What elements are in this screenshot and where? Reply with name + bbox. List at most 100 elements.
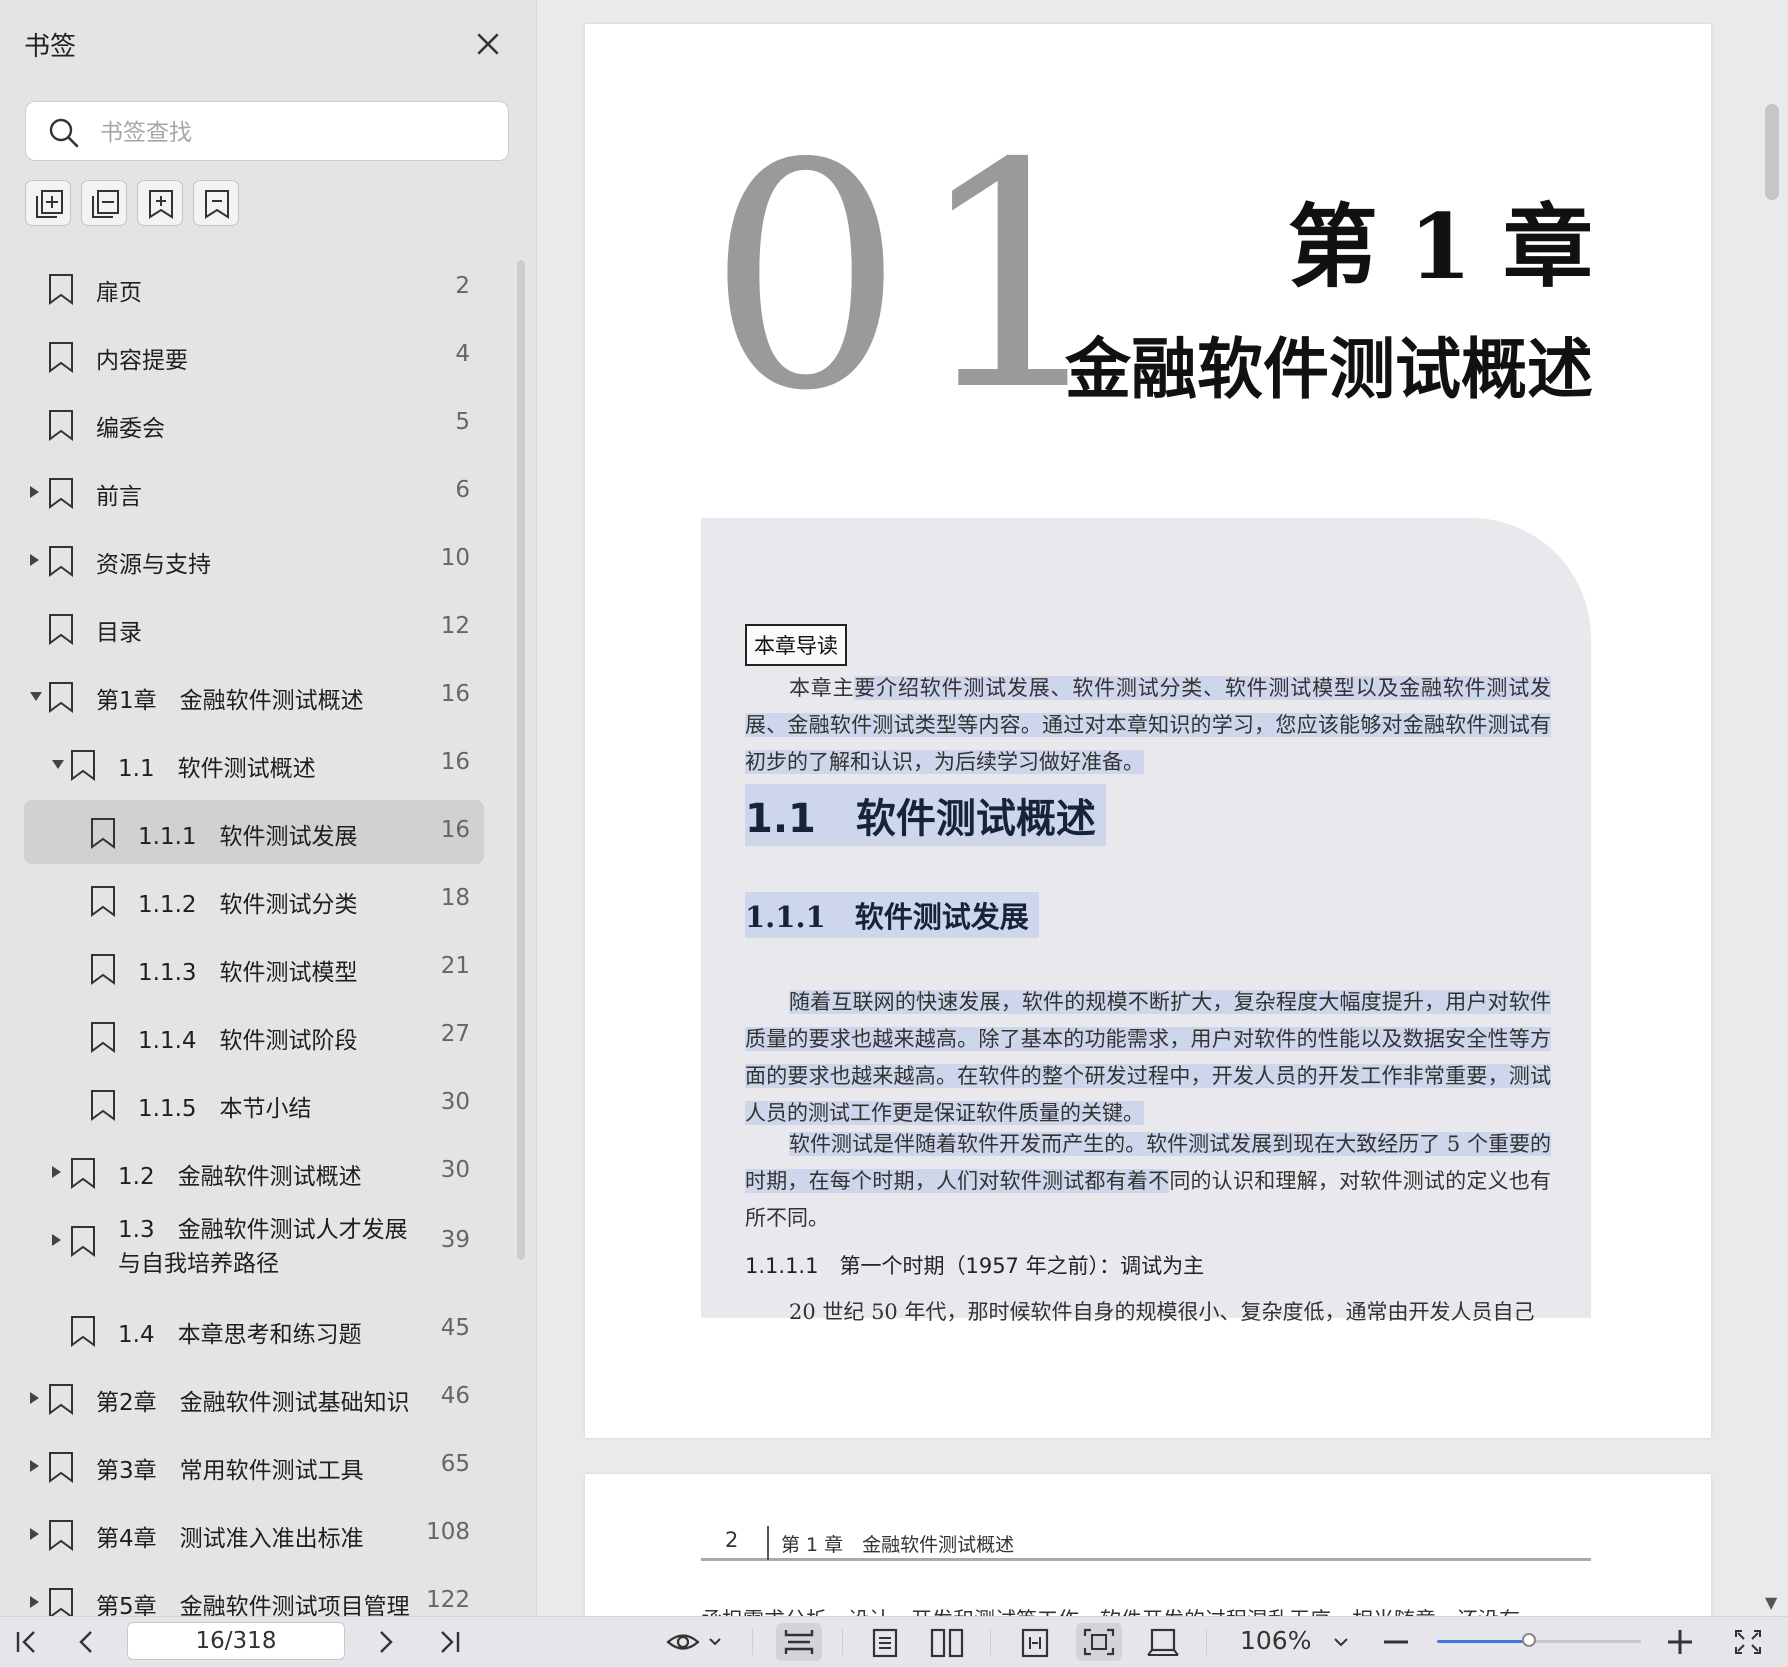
fit-width-button[interactable] — [1012, 1623, 1058, 1661]
bookmark-icon — [48, 613, 74, 645]
body-paragraph-1[interactable]: 随着互联网的快速发展，软件的规模不断扩大，复杂程度大幅度提升，用户对软件质量的要… — [745, 984, 1551, 1132]
continuous-scroll-button[interactable] — [776, 1623, 822, 1661]
bookmark-item[interactable]: 1.1.1 软件测试发展 16 — [24, 800, 484, 864]
expand-triangle-icon[interactable] — [52, 1234, 61, 1246]
rotate-page-button[interactable] — [1140, 1623, 1186, 1661]
bookmark-panel: 书签 扉页 2 内容提要 4 编委会 5 前言 6 资源与支持 10 目录 12 第1章 金融软件测试概… — [0, 0, 537, 1616]
chapter-label: 第 1 章 — [1287, 194, 1593, 300]
expand-triangle-icon[interactable] — [52, 1166, 61, 1178]
expand-triangle-icon[interactable] — [30, 554, 39, 566]
next-page-button[interactable] — [370, 1623, 402, 1661]
bookmark-item[interactable]: 第1章 金融软件测试概述 16 — [24, 664, 484, 728]
body-paragraph-2[interactable]: 软件测试是伴随着软件开发而产生的。软件测试发展到现在大致经历了 5 个重要的时期… — [745, 1126, 1551, 1237]
bookmark-item[interactable]: 第3章 常用软件测试工具 65 — [24, 1434, 484, 1498]
bookmark-item[interactable]: 1.1.4 软件测试阶段 27 — [24, 1004, 484, 1068]
bookmark-icon — [48, 681, 74, 713]
close-icon[interactable] — [470, 26, 506, 62]
bookmark-item[interactable]: 资源与支持 10 — [24, 528, 484, 592]
bookmark-page-number: 5 — [455, 409, 470, 435]
bookmark-page-number: 16 — [440, 817, 470, 843]
expand-triangle-icon[interactable] — [30, 1528, 39, 1540]
bookmark-label: 第2章 金融软件测试基础知识 — [96, 1390, 410, 1416]
bookmark-label: 1.3 金融软件测试人才发展 — [118, 1217, 408, 1243]
collapse-triangle-icon[interactable] — [30, 692, 42, 701]
collapse-all-button[interactable] — [81, 180, 127, 226]
zoom-dropdown-chevron-icon[interactable] — [1324, 1623, 1358, 1661]
bookmark-item[interactable]: 目录 12 — [24, 596, 484, 660]
fit-page-button[interactable] — [1076, 1623, 1122, 1661]
bookmark-item[interactable]: 前言 6 — [24, 460, 484, 524]
bookmark-page-number: 16 — [440, 749, 470, 775]
bookmark-item[interactable]: 内容提要 4 — [24, 324, 484, 388]
bookmark-item[interactable]: 编委会 5 — [24, 392, 484, 456]
expand-triangle-icon[interactable] — [30, 1460, 39, 1472]
running-header: 2 第 1 章 金融软件测试概述 — [701, 1526, 1591, 1561]
two-page-button[interactable] — [924, 1623, 970, 1661]
last-page-button[interactable] — [434, 1623, 466, 1661]
add-bookmark-button[interactable] — [137, 180, 183, 226]
bookmark-item[interactable]: 1.1 软件测试概述 16 — [24, 732, 484, 796]
bookmark-icon — [70, 1315, 96, 1347]
bookmark-item[interactable]: 1.1.5 本节小结 30 — [24, 1072, 484, 1136]
document-scrollbar-thumb[interactable] — [1765, 104, 1779, 200]
zoom-slider-handle[interactable] — [1521, 1633, 1536, 1647]
document-page: 2 第 1 章 金融软件测试概述 承担需求分析、设计、开发和测试等工作。软件开发… — [585, 1474, 1711, 1616]
bookmark-item[interactable]: 1.1.2 软件测试分类 18 — [24, 868, 484, 932]
expand-triangle-icon[interactable] — [30, 1392, 39, 1404]
selected-text[interactable]: 随着互联网的快速发展，软件的规模不断扩大，复杂程度大幅度提升，用户对软件质量的要… — [745, 990, 1551, 1125]
remove-bookmark-button[interactable] — [193, 180, 239, 226]
chapter-content-panel: 本章导读 本章主要介绍软件测试发展、软件测试分类、软件测试模型以及金融软件测试发… — [701, 518, 1591, 1324]
bookmark-label: 1.1 软件测试概述 — [118, 756, 316, 782]
subsubsection-heading: 1.1.1.1 第一个时期（1957 年之前）：调试为主 — [745, 1254, 1205, 1278]
fullscreen-button[interactable] — [1728, 1623, 1768, 1661]
intro-paragraph[interactable]: 本章主要介绍软件测试发展、软件测试分类、软件测试模型以及金融软件测试发展、金融软… — [745, 670, 1552, 781]
page-number-input[interactable] — [127, 1622, 345, 1660]
sidebar-scrollbar[interactable] — [517, 260, 525, 1260]
expand-all-button[interactable] — [25, 180, 71, 226]
bookmark-item[interactable]: 1.1.3 软件测试模型 21 — [24, 936, 484, 1000]
body-text-line[interactable]: 承担需求分析、设计、开发和测试等工作。软件开发的过程混乱无序，相当随意，还没有 — [701, 1604, 1520, 1616]
bookmark-item[interactable]: 第4章 测试准入准出标准 108 — [24, 1502, 484, 1566]
bookmark-item[interactable]: 1.3 金融软件测试人才发展 与自我培养路径 39 — [24, 1208, 484, 1292]
section-heading[interactable]: 1.1 软件测试概述 — [745, 784, 1106, 846]
bookmark-page-number: 18 — [440, 885, 470, 911]
bookmark-page-number: 122 — [426, 1587, 470, 1613]
bookmark-item[interactable]: 1.2 金融软件测试概述 30 — [24, 1140, 484, 1204]
single-page-button[interactable] — [862, 1623, 908, 1661]
bookmark-search-box[interactable] — [25, 101, 509, 161]
document-viewport[interactable]: 01 第 1 章 金融软件测试概述 本章导读 本章主要介绍软件测试发展、软件测试… — [537, 0, 1788, 1616]
first-page-button[interactable] — [10, 1623, 42, 1661]
bookmark-label: 第1章 金融软件测试概述 — [96, 688, 364, 714]
zoom-out-button[interactable] — [1378, 1623, 1414, 1661]
toolbar-separator — [1206, 1629, 1207, 1655]
expand-triangle-icon[interactable] — [30, 486, 39, 498]
bookmark-label: 1.1.3 软件测试模型 — [138, 960, 358, 986]
bookmark-page-number: 10 — [440, 545, 470, 571]
bookmark-icon — [90, 817, 116, 849]
view-mode-button[interactable] — [664, 1623, 728, 1661]
expand-triangle-icon[interactable] — [30, 1596, 39, 1608]
bookmark-page-number: 30 — [440, 1157, 470, 1183]
collapse-triangle-icon[interactable] — [52, 760, 64, 769]
intro-selected-text[interactable]: 要介绍软件测试发展、软件测试分类、软件测试模型以及金融软件测试发展、金融软件测试… — [745, 676, 1552, 774]
bookmark-page-number: 4 — [455, 341, 470, 367]
running-header-title: 第 1 章 金融软件测试概述 — [781, 1534, 1015, 1556]
bookmark-label: 内容提要 — [96, 348, 188, 374]
toolbar-separator — [752, 1629, 753, 1655]
zoom-in-button[interactable] — [1662, 1623, 1698, 1661]
scroll-down-arrow-icon[interactable]: ▼ — [1765, 1593, 1777, 1612]
subsection-heading[interactable]: 1.1.1 软件测试发展 — [745, 892, 1039, 938]
zoom-slider[interactable] — [1437, 1633, 1641, 1647]
bookmark-page-number: 30 — [440, 1089, 470, 1115]
intro-plain-text: 本章主 — [789, 676, 855, 700]
chapter-guide-tag: 本章导读 — [745, 624, 847, 666]
previous-page-button[interactable] — [70, 1623, 102, 1661]
body-paragraph-3[interactable]: 20 世纪 50 年代，那时候软件自身的规模很小、复杂度低，通常由开发人员自己 — [745, 1294, 1551, 1331]
bookmark-item[interactable]: 第5章 金融软件测试项目管理 122 — [24, 1570, 484, 1616]
bookmark-item[interactable]: 1.4 本章思考和练习题 45 — [24, 1298, 484, 1362]
bookmark-item[interactable]: 扉页 2 — [24, 256, 484, 320]
panel-title: 书签 — [24, 32, 77, 62]
bookmark-item[interactable]: 第2章 金融软件测试基础知识 46 — [24, 1366, 484, 1430]
bookmark-search-input[interactable] — [98, 112, 492, 154]
zoom-level[interactable]: 106% — [1240, 1626, 1311, 1655]
